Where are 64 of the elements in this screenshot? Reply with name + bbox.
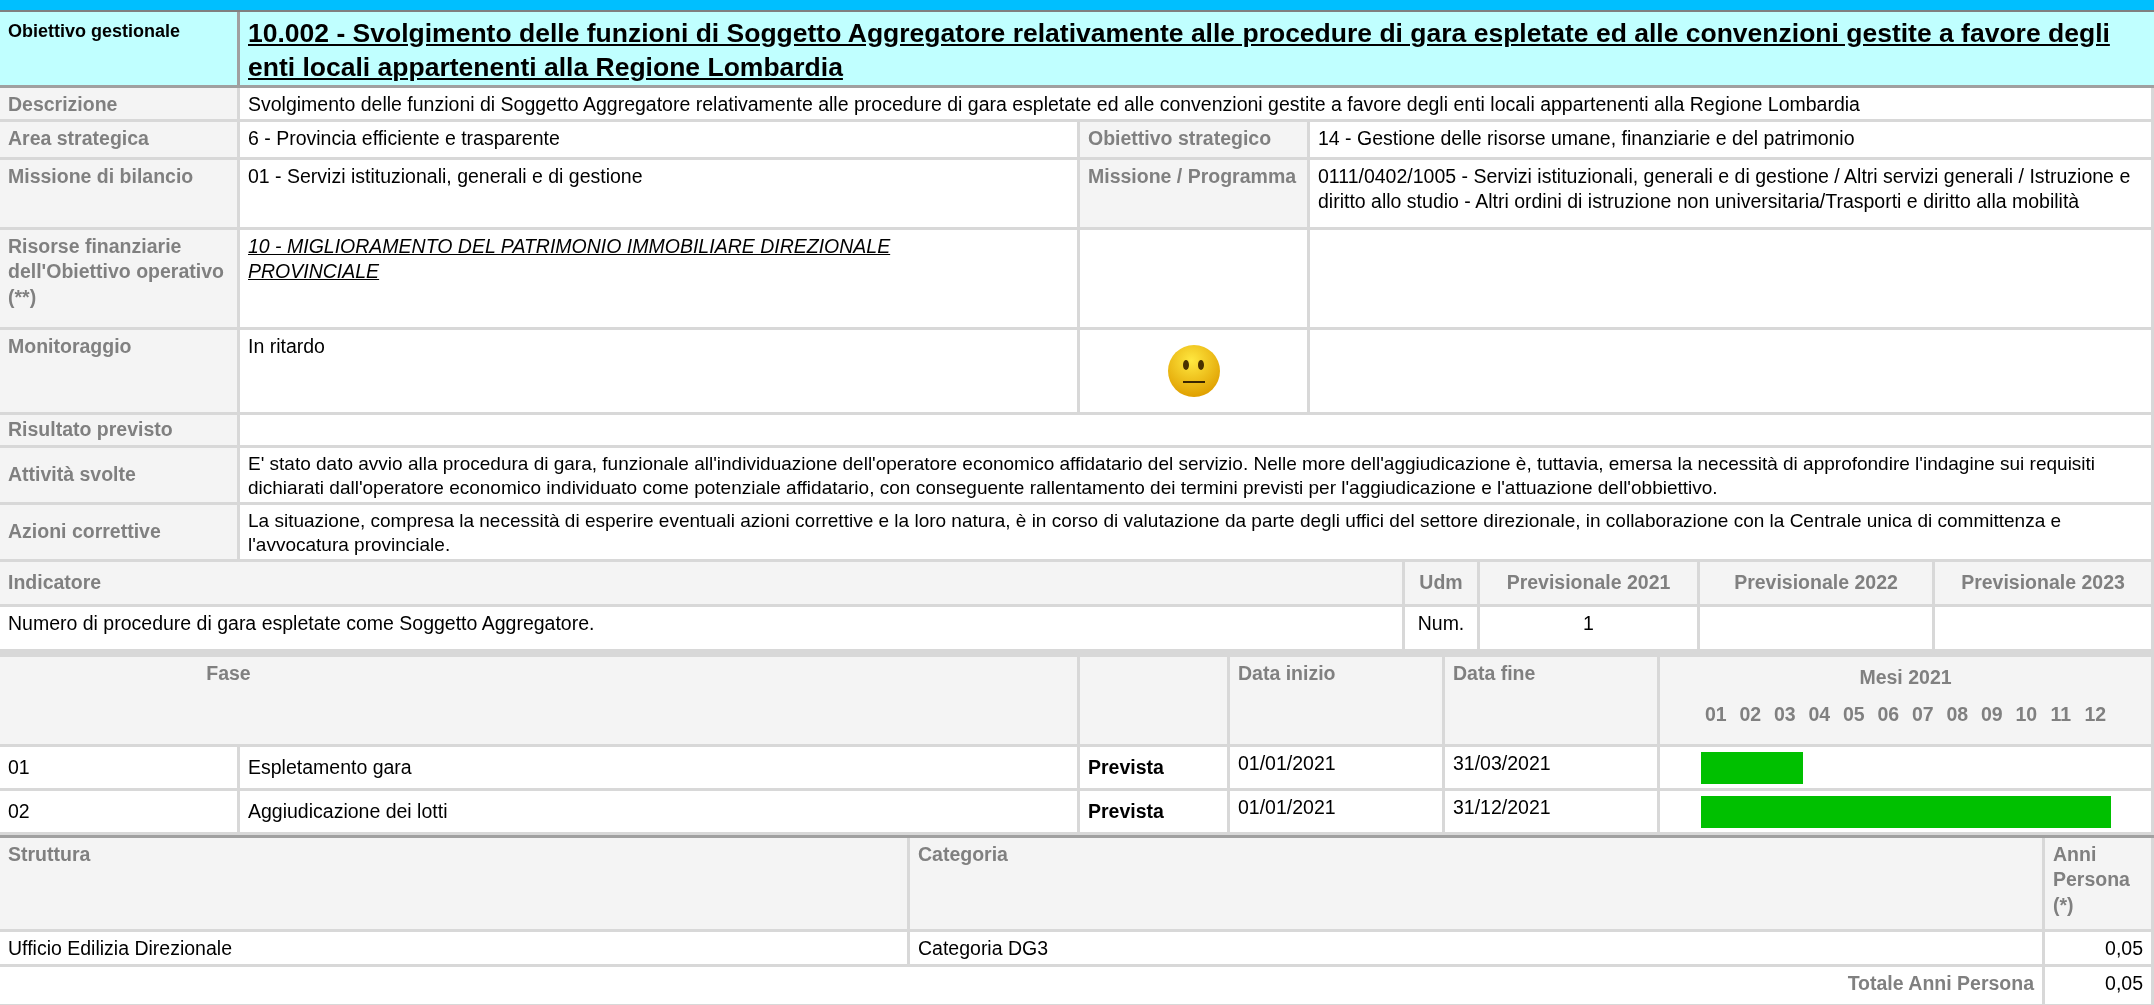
column-header: Indicatore <box>0 562 1405 607</box>
column-header: Udm <box>1405 562 1480 607</box>
total-value: 0,05 <box>2045 967 2154 1005</box>
field-value: 01 - Servizi istituzionali, generali e di gestione <box>240 160 1080 230</box>
table-cell: 31/03/2021 <box>1445 747 1660 791</box>
table-cell: Categoria DG3 <box>910 932 2045 967</box>
table-cell: Numero di procedure di gara espletate come Soggetto Aggregatore. <box>8 612 595 634</box>
column-header: Anni Persona (*) <box>2045 838 2154 932</box>
column-header: Fase <box>0 657 1080 747</box>
table-cell: 01/01/2021 <box>1230 791 1445 835</box>
total-label: Totale Anni Persona <box>1847 971 2034 996</box>
month-label: 10 <box>2014 702 2039 728</box>
field-label: Monitoraggio <box>0 330 240 415</box>
field-label: Obiettivo strategico <box>1080 122 1310 160</box>
table-cell: Num. <box>1417 612 1465 634</box>
months-title: Mesi 2021 <box>1859 665 1952 690</box>
table-cell: 0,05 <box>2045 932 2154 967</box>
table-cell: 31/12/2021 <box>1445 791 1660 835</box>
field-label: Area strategica <box>0 122 240 160</box>
field-value: 0111/0402/1005 - Servizi istituzionali, generali e di gestione / Altri servizi generali / Istruzione e diritto allo studio - Altri ordini di istruzione non universitaria/Trasporti e diritto alla mobilità <box>1310 160 2154 230</box>
column-header: Data inizio <box>1230 657 1445 747</box>
field-label: Azioni correttive <box>0 505 240 562</box>
table-cell: 01/01/2021 <box>1230 747 1445 791</box>
column-header: Data fine <box>1445 657 1660 747</box>
month-label: 05 <box>1841 702 1866 728</box>
month-label: 01 <box>1703 702 1728 728</box>
field-value: Svolgimento delle funzioni di Soggetto Aggregatore relativamente alle procedure di gara espletate ed alle convenzioni gestite a favore degli enti locali appartenenti alla Regione Lombardia <box>240 88 2154 122</box>
field-value: La situazione, compresa la necessità di esperire eventuali azioni correttive e la loro natura, è in corso di valutazione da parte degli uffici del settore direzionale, in collaborazione con la Centrale unica di committenza e l'avvocatura provinciale. <box>248 510 2062 555</box>
month-label: 12 <box>2083 702 2108 728</box>
table-cell: 1 <box>1583 612 1594 634</box>
field-label: Missione di bilancio <box>0 160 240 230</box>
field-value: 6 - Provincia efficiente e trasparente <box>240 122 1080 160</box>
neutral-face-icon <box>1165 343 1222 399</box>
column-header: Previsionale 2023 <box>1935 562 2154 607</box>
month-label: 08 <box>1945 702 1970 728</box>
field-label: Obiettivo gestionale <box>0 12 240 85</box>
month-label: 02 <box>1738 702 1763 728</box>
table-cell: Espletamento gara <box>240 747 1080 791</box>
column-header: Previsionale 2022 <box>1700 562 1935 607</box>
month-label: 07 <box>1910 702 1935 728</box>
field-label: Attività svolte <box>0 448 240 505</box>
field-value: E' stato dato avvio alla procedura di gara, funzionale all'individuazione dell'operatore economico affidatario del servizio. Nelle more dell'aggiudicazione è, tuttavia, emersa la necessità di approfondire l'indagine sui requisiti dichiarati dall'operatore economico individuato come potenziale affidatario, con conseguente rallentamento dei termini previsti per l'aggiudicazione e l'attuazione dell'obbiettivo. <box>248 453 2096 498</box>
field-label: Missione / Programma <box>1080 160 1310 230</box>
month-label: 09 <box>1979 702 2004 728</box>
table-cell: 01 <box>0 747 240 791</box>
month-label: 04 <box>1807 702 1832 728</box>
column-header: Categoria <box>910 838 2045 932</box>
month-label: 03 <box>1772 702 1797 728</box>
month-label: 06 <box>1876 702 1901 728</box>
table-cell: 02 <box>0 791 240 835</box>
field-label: Descrizione <box>0 88 240 122</box>
table-cell: Prevista <box>1080 791 1230 835</box>
column-header: Previsionale 2021 <box>1480 562 1700 607</box>
column-header: Struttura <box>0 838 910 932</box>
field-value: In ritardo <box>240 330 1080 415</box>
month-label: 11 <box>2049 702 2073 728</box>
field-label: Risultato previsto <box>0 415 240 448</box>
field-label: Risorse finanziarie dell'Obiettivo operativo (**) <box>0 230 240 330</box>
table-cell: Prevista <box>1080 747 1230 791</box>
objective-title-link[interactable]: 10.002 - Svolgimento delle funzioni di Soggetto Aggregatore relativamente alle procedure di gara espletate ed alle convenzioni gestite a favore degli enti locali appartenenti alla Regione Lombardia <box>240 12 2154 85</box>
table-cell: Aggiudicazione dei lotti <box>240 791 1080 835</box>
table-cell: Ufficio Edilizia Direzionale <box>0 932 910 967</box>
field-value: 14 - Gestione delle risorse umane, finanziarie e del patrimonio <box>1310 122 2154 160</box>
resource-link[interactable]: 10 - MIGLIORAMENTO DEL PATRIMONIO IMMOBILIARE DIREZIONALE PROVINCIALE <box>248 234 968 285</box>
